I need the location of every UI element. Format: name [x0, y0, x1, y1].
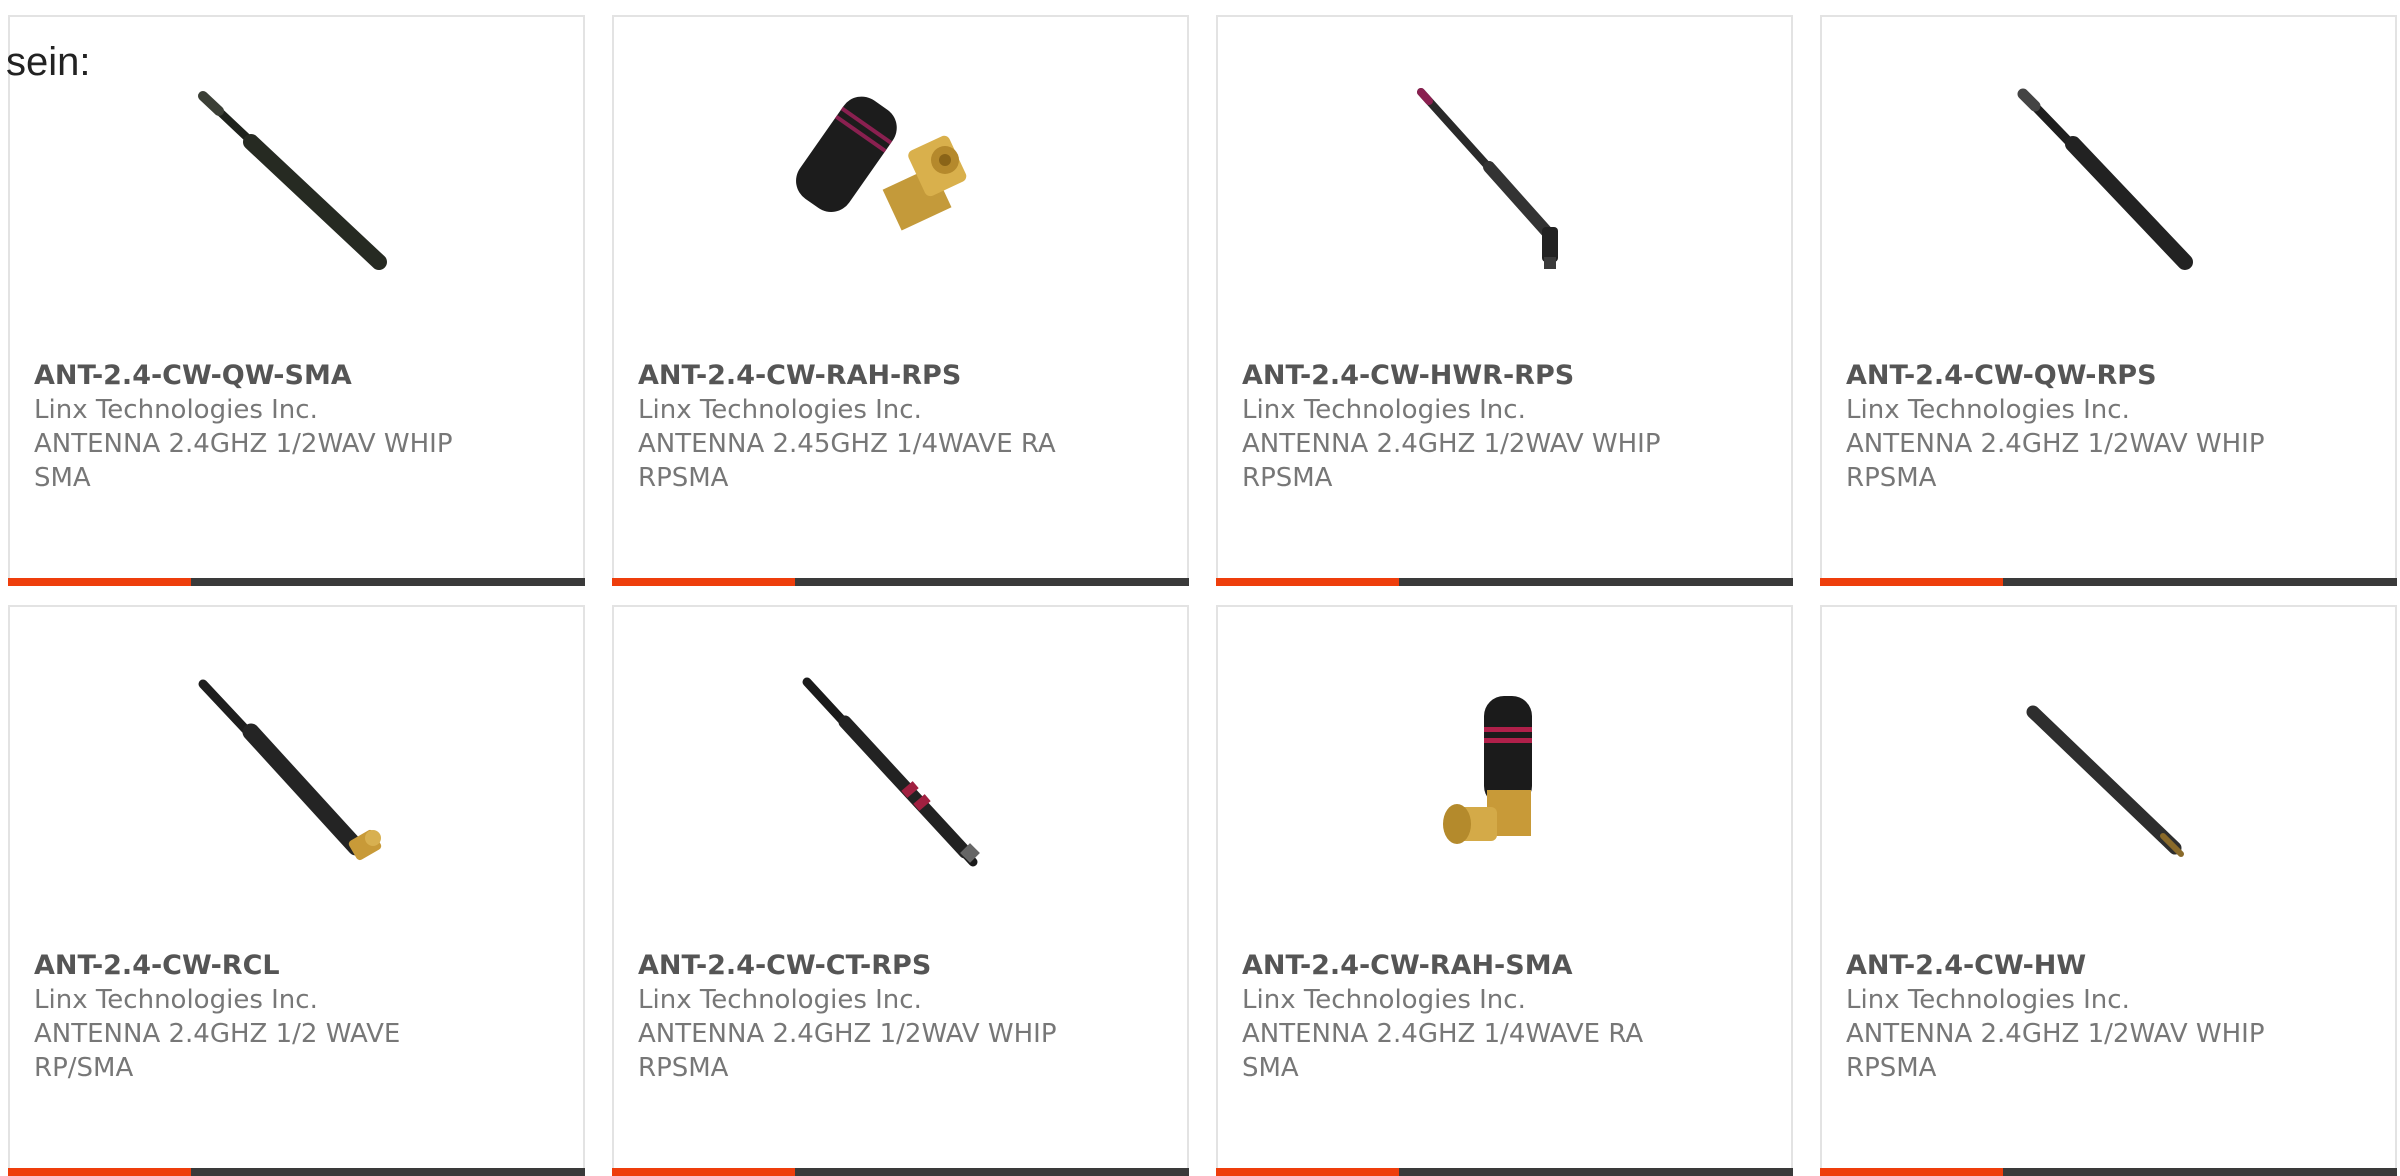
- product-image[interactable]: [191, 82, 391, 282]
- part-number-link[interactable]: ANT-2.4-CW-QW-SMA: [34, 359, 554, 393]
- product-info: ANT-2.4-CW-QW-SMA Linx Technologies Inc.…: [34, 359, 554, 495]
- part-number-link[interactable]: ANT-2.4-CW-RAH-SMA: [1242, 949, 1762, 983]
- manufacturer: Linx Technologies Inc.: [1846, 395, 2130, 425]
- product-description: ANTENNA 2.4GHZ 1/2WAV WHIP RPSMA: [1242, 429, 1661, 493]
- whip-antenna-gold-connector-icon: [198, 679, 382, 861]
- card-footer-bar: [612, 578, 1189, 586]
- product-card[interactable]: ANT-2.4-CW-RAH-RPS Linx Technologies Inc…: [612, 15, 1189, 586]
- product-card[interactable]: ANT-2.4-CW-QW-RPS Linx Technologies Inc.…: [1820, 15, 2397, 586]
- hinged-whip-antenna-icon: [1417, 88, 1558, 269]
- card-accent-bar: [1216, 1168, 1399, 1176]
- card-footer-bar: [1820, 1168, 2397, 1176]
- part-number-link[interactable]: ANT-2.4-CW-RAH-RPS: [638, 359, 1158, 393]
- part-number-link[interactable]: ANT-2.4-CW-HWR-RPS: [1242, 359, 1762, 393]
- product-info: ANT-2.4-CW-QW-RPS Linx Technologies Inc.…: [1846, 359, 2366, 495]
- product-card[interactable]: ANT-2.4-CW-HW Linx Technologies Inc. ANT…: [1820, 605, 2397, 1176]
- product-description: ANTENNA 2.4GHZ 1/2WAV WHIP RPSMA: [638, 1019, 1057, 1083]
- straight-whip-antenna-icon: [198, 91, 387, 270]
- product-card[interactable]: ANT-2.4-CW-CT-RPS Linx Technologies Inc.…: [612, 605, 1189, 1176]
- product-card[interactable]: ANT-2.4-CW-RCL Linx Technologies Inc. AN…: [8, 605, 585, 1176]
- product-image[interactable]: [795, 82, 995, 282]
- product-description: ANTENNA 2.45GHZ 1/4WAVE RA RPSMA: [638, 429, 1056, 493]
- straight-whip-antenna-icon: [2017, 88, 2193, 270]
- right-angle-stub-antenna-icon: [796, 96, 967, 231]
- card-footer-bar: [612, 1168, 1189, 1176]
- product-info: ANT-2.4-CW-RCL Linx Technologies Inc. AN…: [34, 949, 554, 1085]
- product-description: ANTENNA 2.4GHZ 1/2WAV WHIP RPSMA: [1846, 429, 2265, 493]
- product-info: ANT-2.4-CW-HWR-RPS Linx Technologies Inc…: [1242, 359, 1762, 495]
- page-label: sein:: [6, 40, 91, 84]
- manufacturer: Linx Technologies Inc.: [34, 985, 318, 1015]
- product-image[interactable]: [795, 672, 995, 872]
- right-angle-stub-antenna-icon: [1443, 696, 1532, 844]
- product-description: ANTENNA 2.4GHZ 1/4WAVE RA SMA: [1242, 1019, 1644, 1083]
- card-accent-bar: [612, 1168, 795, 1176]
- manufacturer: Linx Technologies Inc.: [34, 395, 318, 425]
- whip-antenna-red-stripe-icon: [802, 677, 980, 867]
- part-number-link[interactable]: ANT-2.4-CW-RCL: [34, 949, 554, 983]
- product-description: ANTENNA 2.4GHZ 1/2WAV WHIP SMA: [34, 429, 453, 493]
- card-footer-bar: [1216, 578, 1793, 586]
- card-accent-bar: [1820, 578, 2003, 586]
- card-footer-bar: [1820, 578, 2397, 586]
- part-number-link[interactable]: ANT-2.4-CW-QW-RPS: [1846, 359, 2366, 393]
- card-accent-bar: [612, 578, 795, 586]
- manufacturer: Linx Technologies Inc.: [1242, 985, 1526, 1015]
- product-info: ANT-2.4-CW-RAH-SMA Linx Technologies Inc…: [1242, 949, 1762, 1085]
- product-image[interactable]: [2003, 672, 2203, 872]
- manufacturer: Linx Technologies Inc.: [1846, 985, 2130, 1015]
- card-footer-bar: [8, 578, 585, 586]
- part-number-link[interactable]: ANT-2.4-CW-HW: [1846, 949, 2366, 983]
- product-card[interactable]: ANT-2.4-CW-HWR-RPS Linx Technologies Inc…: [1216, 15, 1793, 586]
- product-image[interactable]: [191, 672, 391, 872]
- card-accent-bar: [8, 578, 191, 586]
- card-accent-bar: [8, 1168, 191, 1176]
- manufacturer: Linx Technologies Inc.: [638, 985, 922, 1015]
- card-accent-bar: [1820, 1168, 2003, 1176]
- product-description: ANTENNA 2.4GHZ 1/2WAV WHIP RPSMA: [1846, 1019, 2265, 1083]
- product-card[interactable]: ANT-2.4-CW-QW-SMA Linx Technologies Inc.…: [8, 15, 585, 586]
- product-info: ANT-2.4-CW-CT-RPS Linx Technologies Inc.…: [638, 949, 1158, 1085]
- product-info: ANT-2.4-CW-HW Linx Technologies Inc. ANT…: [1846, 949, 2366, 1085]
- product-info: ANT-2.4-CW-RAH-RPS Linx Technologies Inc…: [638, 359, 1158, 495]
- card-accent-bar: [1216, 578, 1399, 586]
- card-footer-bar: [1216, 1168, 1793, 1176]
- straight-whip-antenna-icon: [2026, 705, 2184, 857]
- product-card[interactable]: ANT-2.4-CW-RAH-SMA Linx Technologies Inc…: [1216, 605, 1793, 1176]
- manufacturer: Linx Technologies Inc.: [1242, 395, 1526, 425]
- product-image[interactable]: [1399, 672, 1599, 872]
- part-number-link[interactable]: ANT-2.4-CW-CT-RPS: [638, 949, 1158, 983]
- product-image[interactable]: [1399, 82, 1599, 282]
- manufacturer: Linx Technologies Inc.: [638, 395, 922, 425]
- product-description: ANTENNA 2.4GHZ 1/2 WAVE RP/SMA: [34, 1019, 401, 1083]
- product-image[interactable]: [2003, 82, 2203, 282]
- card-footer-bar: [8, 1168, 585, 1176]
